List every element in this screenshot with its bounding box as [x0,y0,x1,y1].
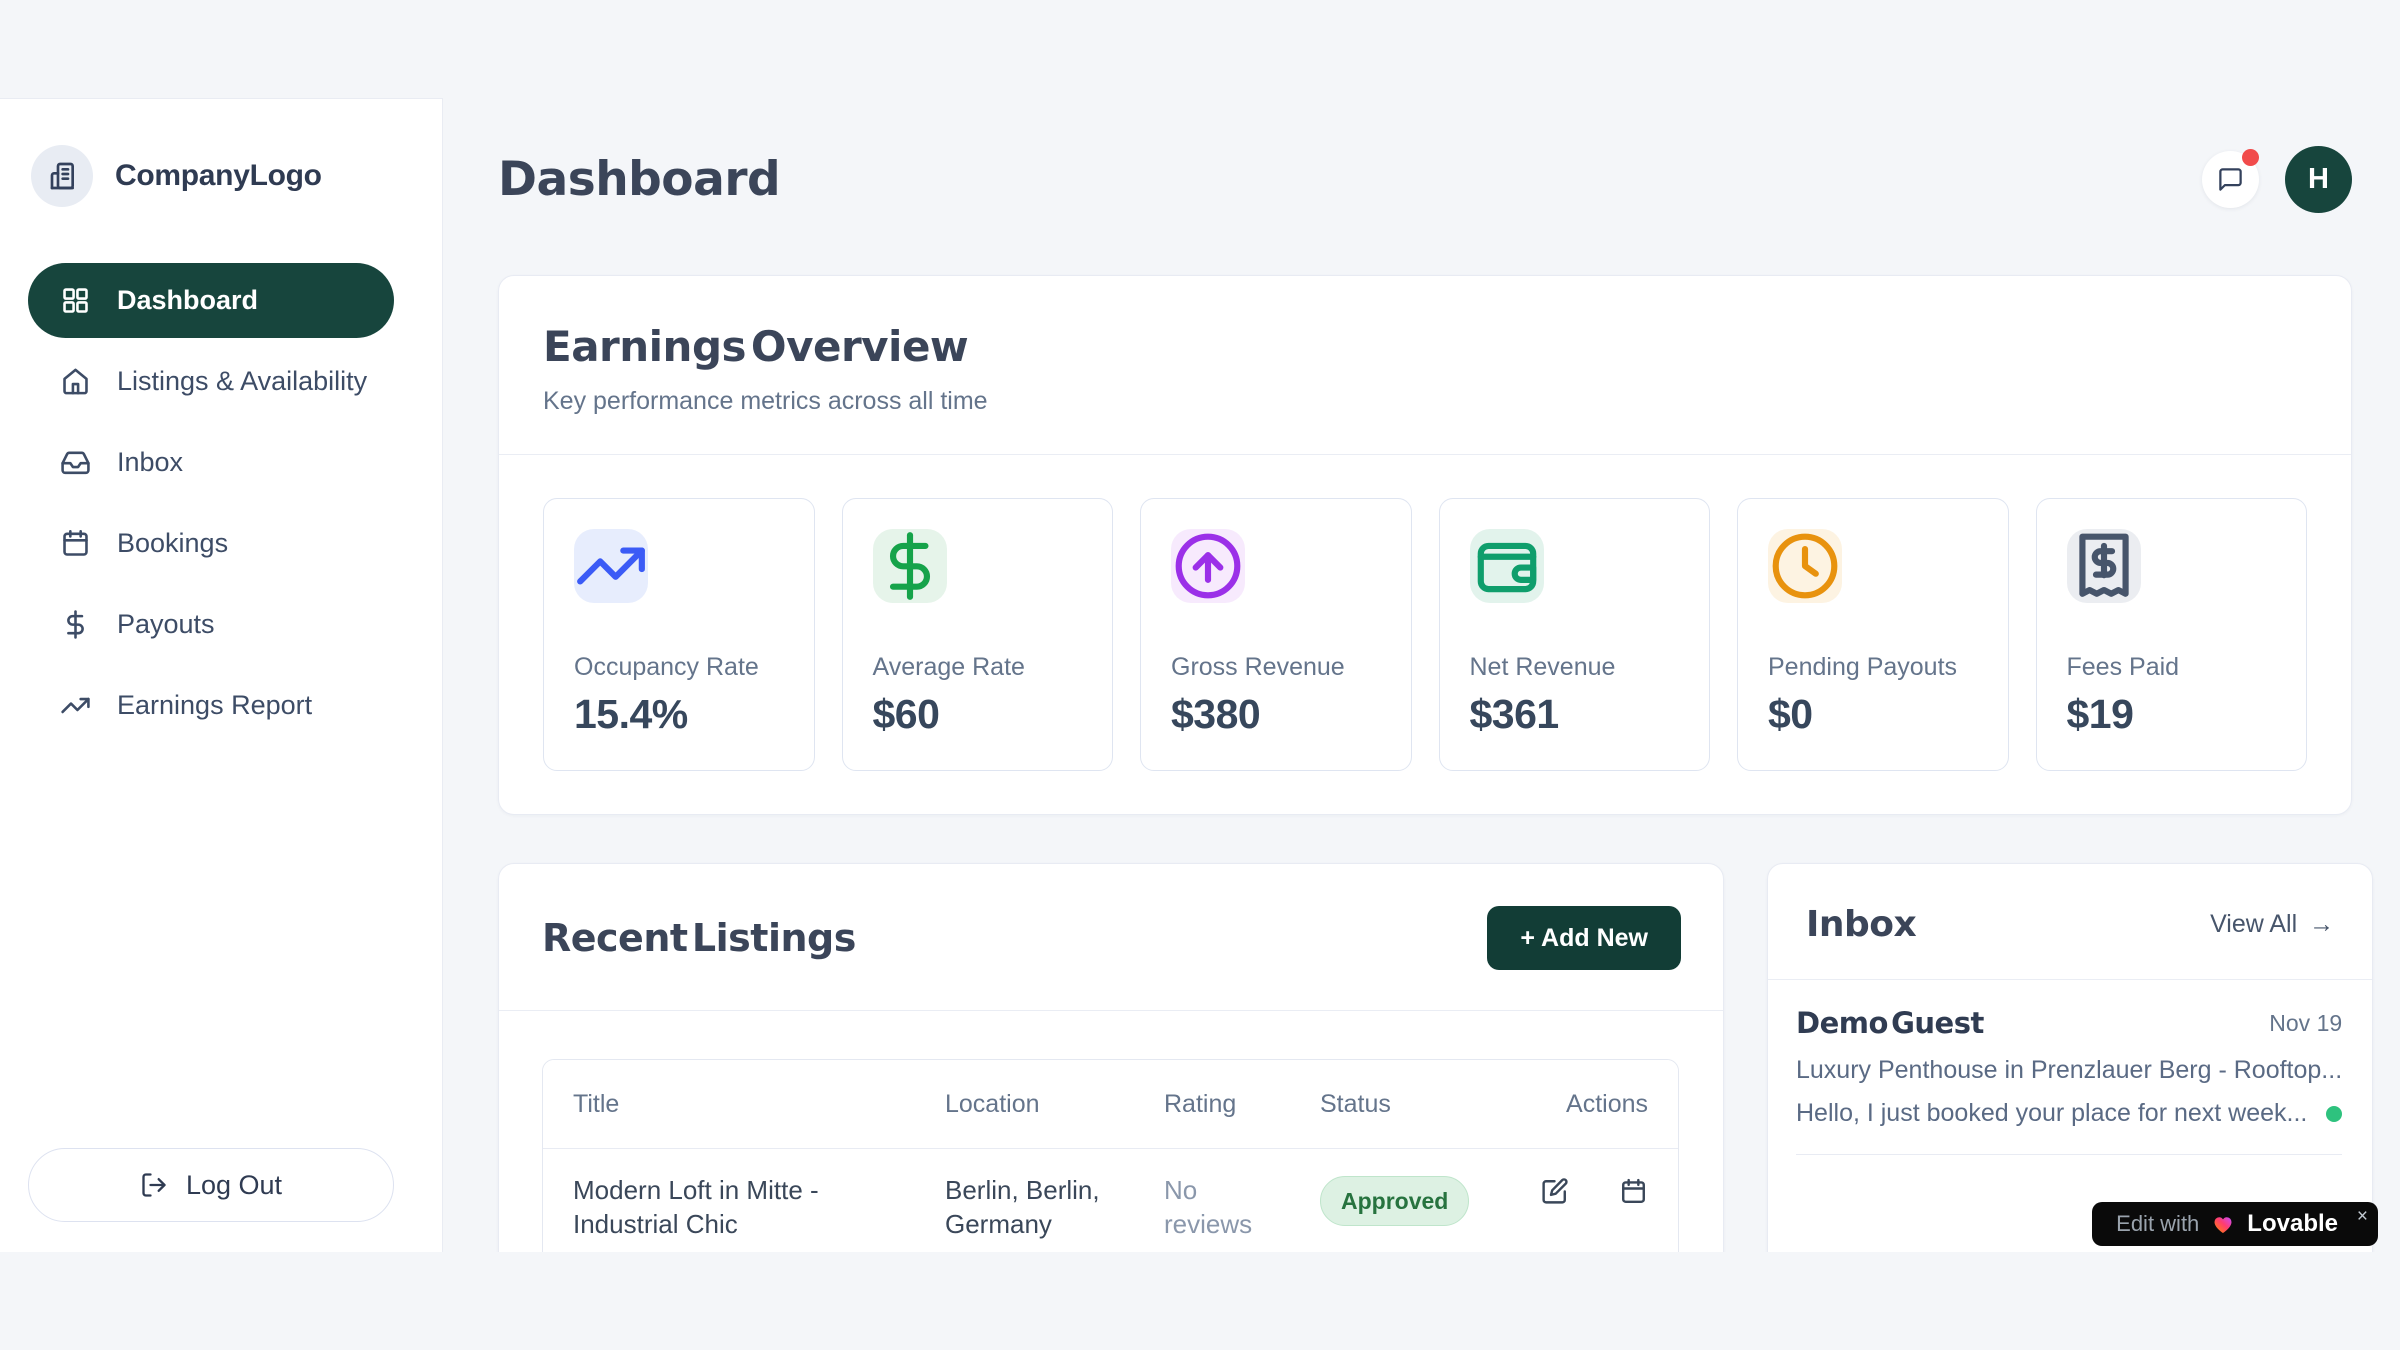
sidebar-item-listings[interactable]: Listings & Availability [28,344,394,419]
logout-label: Log Out [186,1170,282,1201]
sidebar-item-dashboard[interactable]: Dashboard [28,263,394,338]
metric-value: $361 [1470,691,1680,738]
logout-button[interactable]: Log Out [28,1148,394,1222]
logo-text: CompanyLogo [115,159,322,193]
metric-gross-revenue: Gross Revenue $380 [1140,498,1412,771]
lovable-badge[interactable]: Edit with Lovable × [2092,1202,2378,1246]
view-all-label: View All [2210,910,2297,939]
metric-label: Occupancy Rate [574,653,784,682]
recent-listings-title: Recent Listings [542,916,856,960]
message-preview: Hello, I just booked your place for next… [1796,1099,2307,1128]
sidebar-item-label: Payouts [117,609,215,640]
earnings-subtitle: Key performance metrics across all time [543,387,2307,416]
inbox-message[interactable]: Demo Guest Nov 19 Luxury Penthouse in Pr… [1796,980,2342,1155]
sidebar-item-bookings[interactable]: Bookings [28,506,394,581]
sidebar-nav: Dashboard Listings & Availability Inbox … [0,263,442,743]
sidebar-item-label: Earnings Report [117,690,312,721]
inbox-card: Inbox View All → Demo Guest Nov 19 Luxur… [1767,863,2373,1252]
metric-value: $380 [1171,691,1381,738]
metrics-row: Occupancy Rate 15.4% Average Rate $60 Gr… [499,455,2351,814]
sidebar-item-label: Dashboard [117,285,258,316]
unread-dot [2326,1106,2342,1122]
company-logo-icon [31,145,93,207]
logo: CompanyLogo [0,99,442,207]
main-content: Dashboard H Earnings Overview Key perfor… [443,146,2400,1252]
logout-icon [140,1171,168,1199]
message-date: Nov 19 [2269,1010,2342,1037]
trending-up-icon [574,529,648,603]
metric-value: $60 [873,691,1083,738]
message-subject: Luxury Penthouse in Prenzlauer Berg - Ro… [1796,1056,2342,1085]
metric-value: $0 [1768,691,1978,738]
metric-average-rate: Average Rate $60 [842,498,1114,771]
metric-label: Average Rate [873,653,1083,682]
house-icon [60,366,91,397]
lovable-brand: Lovable [2247,1210,2338,1238]
grid-icon [60,285,91,316]
recent-listings-card: Recent Listings + Add New Title Location… [498,863,1724,1252]
receipt-dollar-icon [2067,529,2141,603]
column-location: Location [915,1090,1134,1119]
sidebar-item-payouts[interactable]: Payouts [28,587,394,662]
view-all-link[interactable]: View All → [2210,910,2334,939]
column-title: Title [543,1090,915,1119]
chat-button[interactable] [2202,151,2259,208]
sidebar-item-inbox[interactable]: Inbox [28,425,394,500]
listing-status-cell: Approved [1290,1173,1498,1226]
listings-table: Title Location Rating Status Actions Mod… [542,1059,1679,1252]
earnings-title: Earnings Overview [543,322,2307,371]
lovable-heart-icon [2210,1212,2236,1236]
chat-bubble-icon [2217,166,2244,193]
column-rating: Rating [1134,1090,1290,1119]
metric-value: $19 [2067,691,2277,738]
trending-up-icon [60,690,91,721]
table-header: Title Location Rating Status Actions [543,1060,1678,1148]
status-badge: Approved [1320,1176,1469,1226]
lovable-prefix: Edit with [2116,1211,2199,1237]
listing-location: Berlin, Berlin, Germany [915,1173,1134,1241]
page-title: Dashboard [498,148,780,212]
calendar-icon[interactable] [1619,1177,1648,1206]
metric-label: Gross Revenue [1171,653,1381,682]
sidebar-item-label: Bookings [117,528,228,559]
metric-net-revenue: Net Revenue $361 [1439,498,1711,771]
notification-dot [2242,149,2259,166]
metric-label: Pending Payouts [1768,653,1978,682]
metric-fees-paid: Fees Paid $19 [2036,498,2308,771]
inbox-icon [60,447,91,478]
topbar: Dashboard H [498,146,2352,213]
sidebar-item-label: Inbox [117,447,183,478]
listing-rating: No reviews [1134,1173,1290,1241]
message-sender: Demo Guest [1796,1006,1984,1040]
metric-pending-payouts: Pending Payouts $0 [1737,498,2009,771]
arrow-right-icon: → [2309,910,2334,939]
calendar-icon [60,528,91,559]
earnings-overview-card: Earnings Overview Key performance metric… [498,275,2352,815]
dollar-icon [60,609,91,640]
sidebar-item-earnings-report[interactable]: Earnings Report [28,668,394,743]
edit-icon[interactable] [1540,1177,1569,1206]
avatar[interactable]: H [2285,146,2352,213]
wallet-icon [1470,529,1544,603]
column-status: Status [1290,1090,1498,1119]
listing-actions [1498,1173,1678,1206]
metric-label: Net Revenue [1470,653,1680,682]
clock-icon [1768,529,1842,603]
add-new-button[interactable]: + Add New [1487,906,1681,970]
dollar-icon [873,529,947,603]
sidebar: CompanyLogo Dashboard Listings & Availab… [0,98,443,1252]
close-icon[interactable]: × [2357,1207,2368,1226]
metric-occupancy-rate: Occupancy Rate 15.4% [543,498,815,771]
table-row: Modern Loft in Mitte - Industrial Chic B… [543,1148,1678,1252]
metric-label: Fees Paid [2067,653,2277,682]
inbox-title: Inbox [1806,904,1916,945]
column-actions: Actions [1498,1090,1678,1119]
app-viewport: CompanyLogo Dashboard Listings & Availab… [0,0,2400,1252]
sidebar-item-label: Listings & Availability [117,366,367,397]
arrow-up-circle-icon [1171,529,1245,603]
listing-title: Modern Loft in Mitte - Industrial Chic [543,1173,915,1241]
metric-value: 15.4% [574,691,784,738]
